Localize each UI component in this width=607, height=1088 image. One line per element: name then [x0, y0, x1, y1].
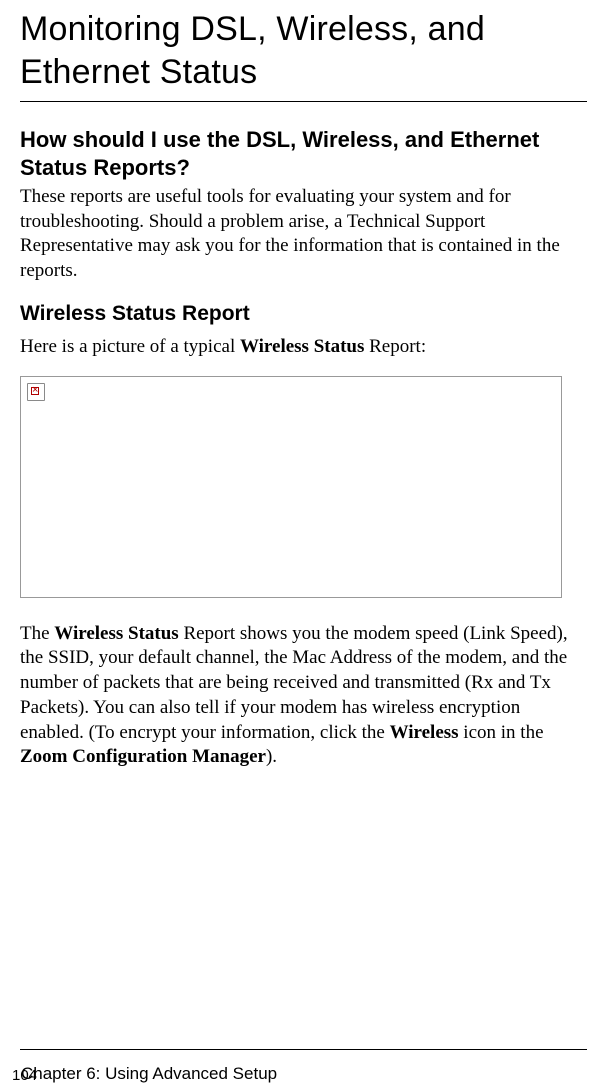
text: icon in the — [459, 722, 544, 743]
bold-text: Wireless Status — [240, 336, 364, 357]
document-page: Monitoring DSL, Wireless, and Ethernet S… — [0, 0, 607, 1088]
section-body-usage: These reports are useful tools for evalu… — [20, 185, 587, 284]
wireless-intro: Here is a picture of a typical Wireless … — [20, 336, 587, 358]
bold-text: Wireless Status — [54, 623, 178, 644]
page-title: Monitoring DSL, Wireless, and Ethernet S… — [20, 8, 587, 93]
chapter-label: Chapter 6: Using Advanced Setup — [21, 1064, 277, 1084]
section-heading-usage: How should I use the DSL, Wireless, and … — [20, 126, 587, 181]
wireless-description: The Wireless Status Report shows you the… — [20, 622, 587, 770]
broken-image-icon — [27, 383, 45, 401]
screenshot-placeholder — [20, 376, 562, 598]
bold-text: Wireless — [390, 722, 459, 743]
text: The — [20, 623, 54, 644]
bold-text: Zoom Configuration Manager — [20, 746, 266, 767]
section-heading-wireless: Wireless Status Report — [20, 302, 587, 326]
title-rule — [20, 101, 587, 102]
text: Report: — [364, 336, 426, 357]
text: Here is a picture of a typical — [20, 336, 240, 357]
footer-rule — [20, 1049, 587, 1050]
text: ). — [266, 746, 277, 767]
